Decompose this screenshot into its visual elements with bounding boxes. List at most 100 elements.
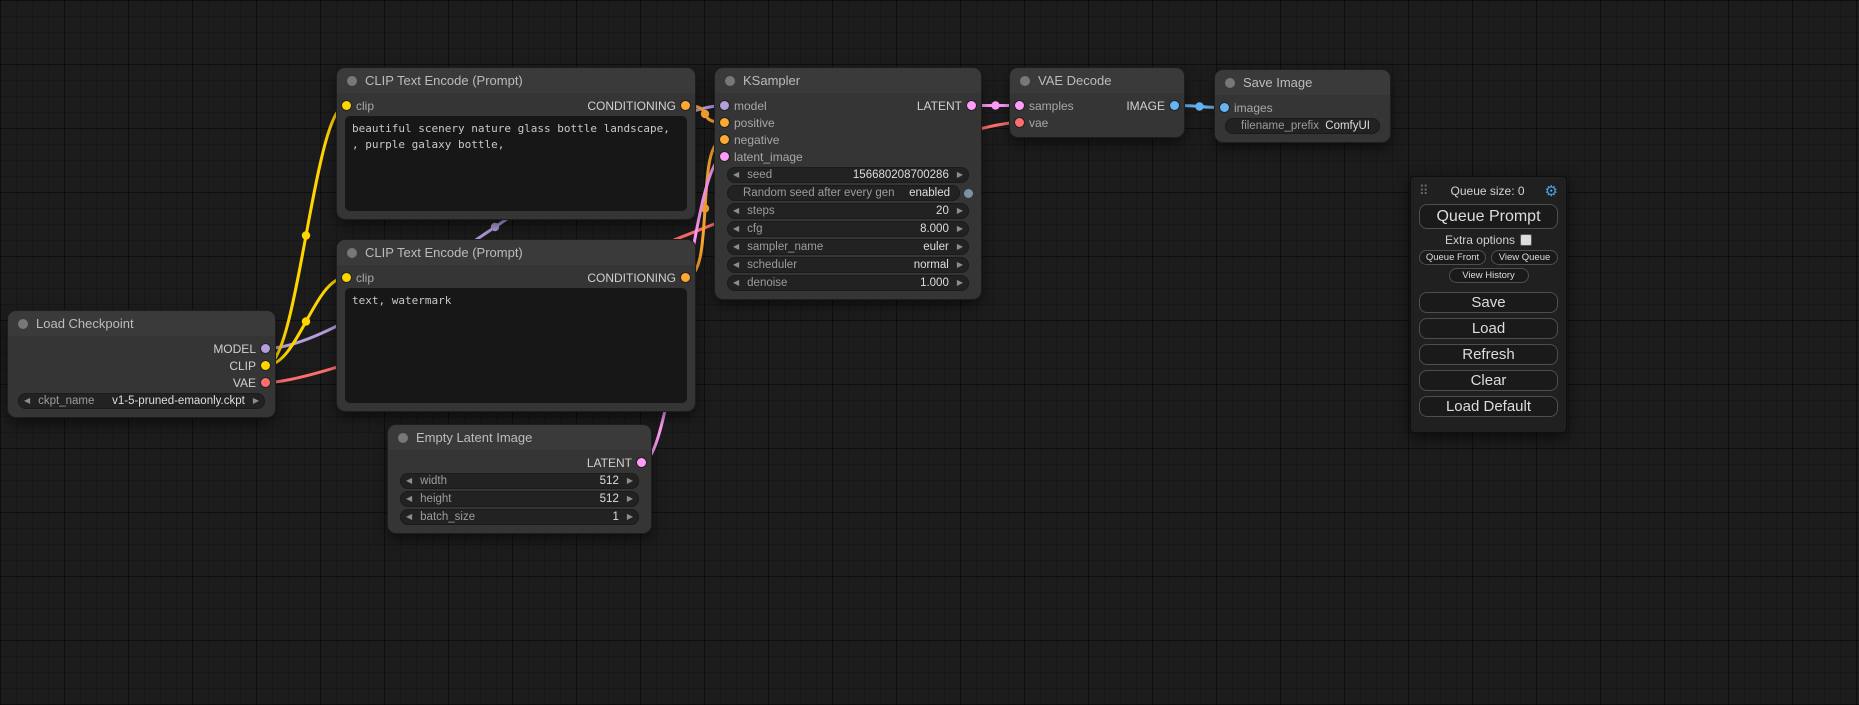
node-title-bar[interactable]: CLIP Text Encode (Prompt) — [337, 68, 695, 93]
input-dot-samples[interactable] — [1015, 101, 1024, 110]
save-button[interactable]: Save — [1419, 292, 1558, 313]
increment-arrow-icon[interactable]: ▶ — [957, 261, 963, 269]
increment-arrow-icon[interactable]: ▶ — [957, 171, 963, 179]
drag-handle-icon[interactable]: ⠿ — [1419, 183, 1429, 199]
input-dot-clip[interactable] — [342, 101, 351, 110]
input-slot-vae[interactable]: vae — [1015, 116, 1048, 130]
decrement-arrow-icon[interactable]: ◀ — [733, 171, 739, 179]
output-slot-model[interactable]: MODEL — [213, 342, 270, 356]
output-dot-vae[interactable] — [261, 378, 270, 387]
node-load-checkpoint[interactable]: Load Checkpoint MODEL CLIP VAE — [8, 311, 275, 417]
collapse-dot-icon[interactable] — [1020, 76, 1030, 86]
collapse-dot-icon[interactable] — [725, 76, 735, 86]
input-dot-clip[interactable] — [342, 273, 351, 282]
widget-scheduler[interactable]: ◀ scheduler normal ▶ — [727, 257, 969, 273]
widget-width[interactable]: ◀ width 512 ▶ — [400, 473, 639, 489]
output-slot-conditioning[interactable]: CONDITIONING — [587, 271, 690, 285]
settings-gear-icon[interactable]: ⚙ — [1545, 182, 1558, 200]
decrement-arrow-icon[interactable]: ◀ — [406, 477, 412, 485]
node-vae-decode[interactable]: VAE Decode samples IMAGE vae — [1010, 68, 1184, 137]
load-button[interactable]: Load — [1419, 318, 1558, 339]
collapse-dot-icon[interactable] — [347, 76, 357, 86]
view-history-button[interactable]: View History — [1449, 268, 1529, 283]
output-dot-conditioning[interactable] — [681, 101, 690, 110]
input-slot-samples[interactable]: samples — [1015, 99, 1074, 113]
collapse-dot-icon[interactable] — [347, 248, 357, 258]
load-default-button[interactable]: Load Default — [1419, 396, 1558, 417]
queue-prompt-button[interactable]: Queue Prompt — [1419, 204, 1558, 229]
output-slot-latent[interactable]: LATENT — [587, 456, 646, 470]
node-title-bar[interactable]: KSampler — [715, 68, 981, 93]
widget-steps[interactable]: ◀ steps 20 ▶ — [727, 203, 969, 219]
refresh-button[interactable]: Refresh — [1419, 344, 1558, 365]
input-slot-clip[interactable]: clip — [342, 99, 374, 113]
input-dot-model[interactable] — [720, 101, 729, 110]
input-slot-negative[interactable]: negative — [720, 133, 779, 147]
widget-ckpt-name[interactable]: ◀ ckpt_name v1-5-pruned-emaonly.ckpt ▶ — [18, 393, 265, 409]
input-slot-images[interactable]: images — [1220, 101, 1273, 115]
input-dot-positive[interactable] — [720, 118, 729, 127]
widget-batch-size[interactable]: ◀ batch_size 1 ▶ — [400, 509, 639, 525]
node-clip-text-encode-positive[interactable]: CLIP Text Encode (Prompt) clip CONDITION… — [337, 68, 695, 219]
output-dot-model[interactable] — [261, 344, 270, 353]
input-slot-latent-image[interactable]: latent_image — [720, 150, 803, 164]
node-save-image[interactable]: Save Image images filename_prefix ComfyU… — [1215, 70, 1390, 142]
decrement-arrow-icon[interactable]: ◀ — [733, 279, 739, 287]
queue-front-button[interactable]: Queue Front — [1419, 250, 1486, 265]
widget-height[interactable]: ◀ height 512 ▶ — [400, 491, 639, 507]
node-ksampler[interactable]: KSampler model LATENT positive — [715, 68, 981, 299]
output-dot-latent[interactable] — [967, 101, 976, 110]
output-dot-conditioning[interactable] — [681, 273, 690, 282]
collapse-dot-icon[interactable] — [1225, 78, 1235, 88]
increment-arrow-icon[interactable]: ▶ — [957, 225, 963, 233]
node-empty-latent-image[interactable]: Empty Latent Image LATENT ◀ width 512 ▶ … — [388, 425, 651, 533]
positive-prompt-textarea[interactable]: beautiful scenery nature glass bottle la… — [345, 116, 687, 211]
seed-toggle-dot-icon[interactable] — [964, 189, 973, 198]
input-slot-clip[interactable]: clip — [342, 271, 374, 285]
output-slot-latent[interactable]: LATENT — [917, 99, 976, 113]
negative-prompt-textarea[interactable]: text, watermark — [345, 288, 687, 403]
widget-seed[interactable]: ◀ seed 156680208700286 ▶ — [727, 167, 969, 183]
decrement-arrow-icon[interactable]: ◀ — [733, 207, 739, 215]
increment-arrow-icon[interactable]: ▶ — [627, 495, 633, 503]
decrement-arrow-icon[interactable]: ◀ — [733, 243, 739, 251]
input-dot-negative[interactable] — [720, 135, 729, 144]
clear-button[interactable]: Clear — [1419, 370, 1558, 391]
increment-arrow-icon[interactable]: ▶ — [627, 477, 633, 485]
increment-arrow-icon[interactable]: ▶ — [957, 207, 963, 215]
input-slot-positive[interactable]: positive — [720, 116, 775, 130]
output-dot-image[interactable] — [1170, 101, 1179, 110]
collapse-dot-icon[interactable] — [18, 319, 28, 329]
output-slot-clip[interactable]: CLIP — [229, 359, 270, 373]
increment-arrow-icon[interactable]: ▶ — [957, 279, 963, 287]
input-dot-latent-image[interactable] — [720, 152, 729, 161]
extra-options-checkbox[interactable] — [1520, 234, 1532, 246]
decrement-arrow-icon[interactable]: ◀ — [406, 495, 412, 503]
widget-random-seed-mode[interactable]: Random seed after every gen enabled — [727, 185, 960, 201]
decrement-arrow-icon[interactable]: ◀ — [733, 225, 739, 233]
output-slot-image[interactable]: IMAGE — [1126, 99, 1179, 113]
node-title-bar[interactable]: VAE Decode — [1010, 68, 1184, 93]
input-dot-vae[interactable] — [1015, 118, 1024, 127]
output-dot-clip[interactable] — [261, 361, 270, 370]
output-slot-conditioning[interactable]: CONDITIONING — [587, 99, 690, 113]
widget-cfg[interactable]: ◀ cfg 8.000 ▶ — [727, 221, 969, 237]
input-dot-images[interactable] — [1220, 103, 1229, 112]
widget-filename-prefix[interactable]: filename_prefix ComfyUI — [1225, 118, 1380, 134]
node-title-bar[interactable]: Save Image — [1215, 70, 1390, 95]
increment-arrow-icon[interactable]: ▶ — [627, 513, 633, 521]
output-slot-vae[interactable]: VAE — [233, 376, 270, 390]
input-slot-model[interactable]: model — [720, 99, 767, 113]
decrement-arrow-icon[interactable]: ◀ — [733, 261, 739, 269]
output-dot-latent[interactable] — [637, 458, 646, 467]
graph-canvas[interactable]: Load Checkpoint MODEL CLIP VAE — [0, 0, 1859, 705]
view-queue-button[interactable]: View Queue — [1491, 250, 1558, 265]
node-title-bar[interactable]: CLIP Text Encode (Prompt) — [337, 240, 695, 265]
decrement-arrow-icon[interactable]: ◀ — [24, 397, 30, 405]
widget-sampler-name[interactable]: ◀ sampler_name euler ▶ — [727, 239, 969, 255]
decrement-arrow-icon[interactable]: ◀ — [406, 513, 412, 521]
node-title-bar[interactable]: Empty Latent Image — [388, 425, 651, 450]
increment-arrow-icon[interactable]: ▶ — [253, 397, 259, 405]
node-clip-text-encode-negative[interactable]: CLIP Text Encode (Prompt) clip CONDITION… — [337, 240, 695, 411]
node-title-bar[interactable]: Load Checkpoint — [8, 311, 275, 336]
